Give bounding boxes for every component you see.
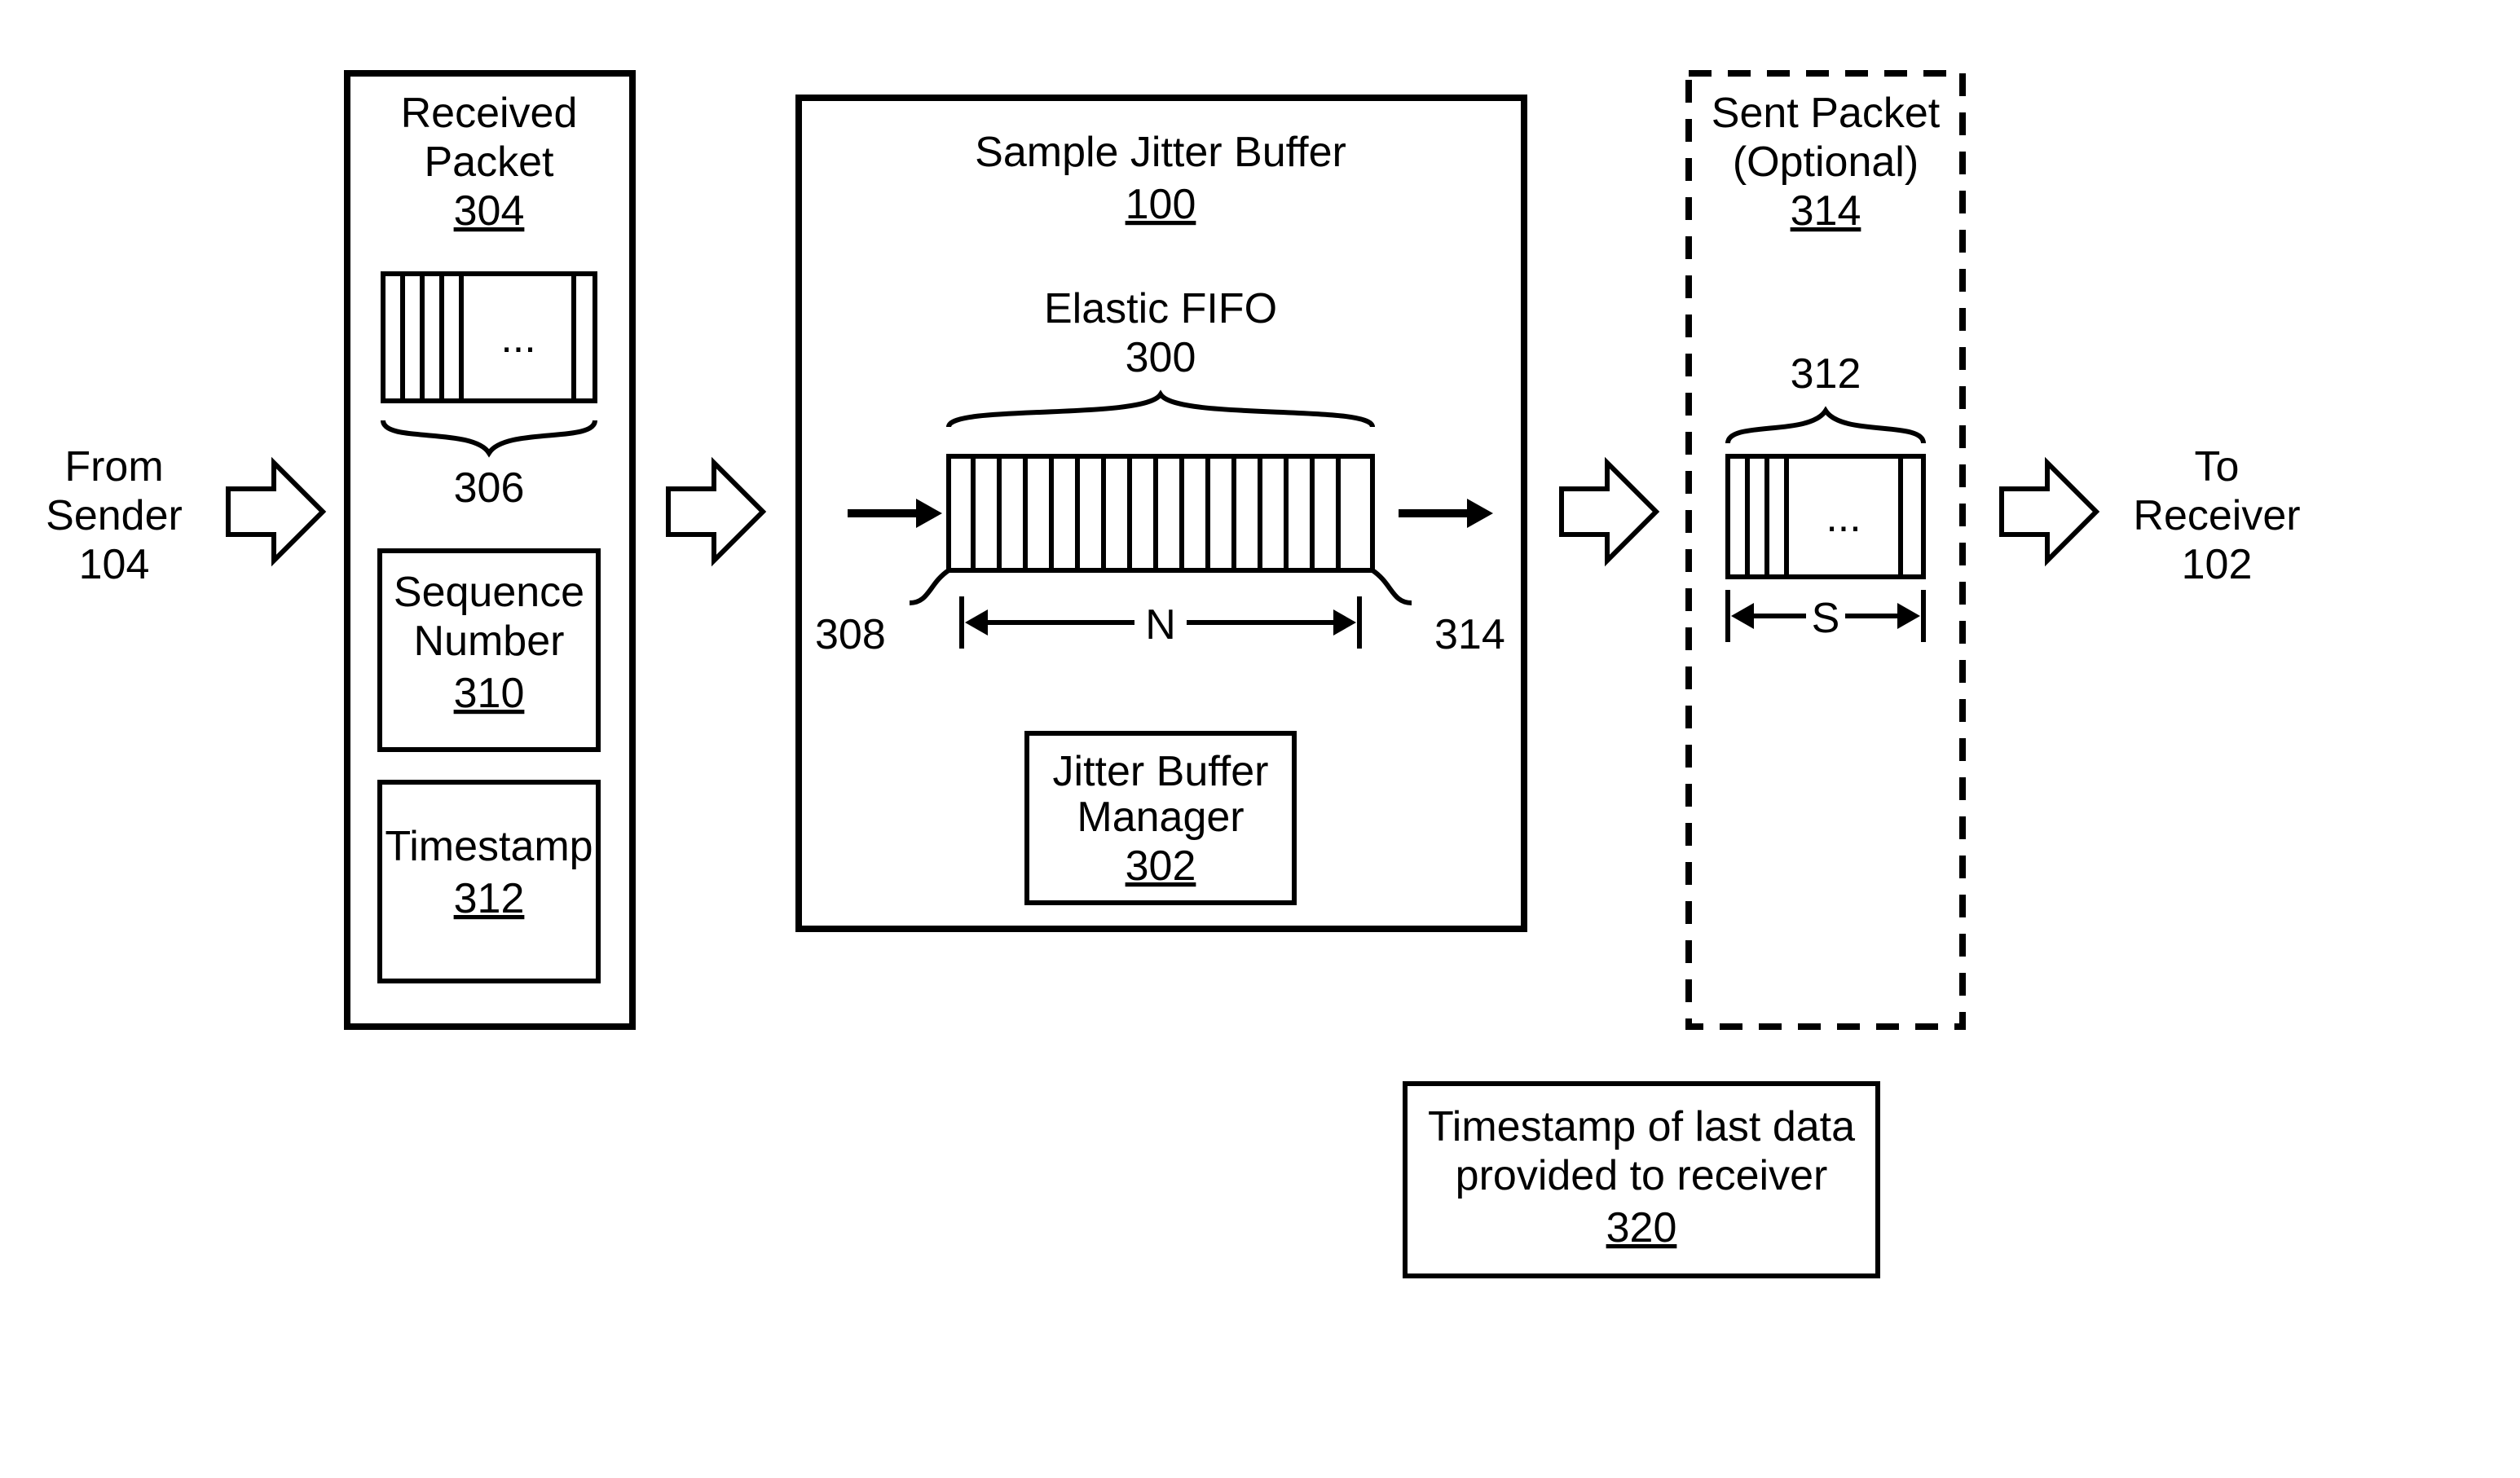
to-receiver-line1: To (2195, 443, 2240, 490)
fifo-ref: 300 (1126, 334, 1196, 381)
jitter-buffer-block: Sample Jitter Buffer 100 Elastic FIFO 30… (799, 98, 1524, 929)
received-packet-title-2: Packet (425, 139, 555, 186)
diagram-canvas: From Sender 104 Received Packet 304 ... … (0, 0, 2520, 1478)
arrow-buffer-to-sent (1562, 463, 1656, 561)
ts-ref: 312 (454, 875, 525, 922)
ellipsis-sent-icon: ... (1826, 494, 1861, 541)
from-sender-ref: 104 (79, 541, 150, 588)
seq-line1: Sequence (394, 569, 584, 616)
received-samples-icon: ... (383, 274, 595, 401)
sent-ref: 314 (1791, 187, 1861, 235)
arrow-packet-to-buffer (668, 463, 763, 561)
timestamp-box: Timestamp 312 (380, 782, 598, 981)
to-receiver-line2: Receiver (2133, 492, 2300, 539)
sequence-number-box: Sequence Number 310 (380, 551, 598, 750)
last-timestamp-box: Timestamp of last data provided to recei… (1405, 1084, 1878, 1276)
elastic-fifo-icon (949, 456, 1372, 570)
jbm-line1: Jitter Buffer (1053, 748, 1269, 795)
jitter-buffer-manager-box: Jitter Buffer Manager 302 (1027, 733, 1294, 903)
sent-title-1: Sent Packet (1712, 90, 1941, 137)
received-packet-block: Received Packet 304 ... 306 Sequence Num… (347, 73, 632, 1027)
fifo-title: Elastic FIFO (1044, 285, 1277, 332)
from-sender-line1: From (64, 443, 163, 490)
arrow-sent-to-receiver (2002, 463, 2096, 561)
from-sender-line2: Sender (46, 492, 183, 539)
sent-title-2: (Optional) (1733, 139, 1919, 186)
sent-packet-block: Sent Packet (Optional) 314 312 ... S (1689, 73, 1963, 1027)
fifo-left-ref: 308 (815, 611, 886, 658)
arrow-sender-to-packet (228, 463, 323, 561)
jb-title: Sample Jitter Buffer (975, 129, 1346, 176)
sent-samples-icon: ... (1728, 456, 1923, 577)
jb-ref: 100 (1126, 181, 1196, 228)
last-ts-line2: provided to receiver (1456, 1152, 1828, 1199)
ellipsis-icon: ... (500, 315, 535, 362)
overbrace-sent-icon (1728, 411, 1923, 443)
received-packet-title-1: Received (401, 90, 578, 137)
sent-width-label: S (1812, 595, 1840, 642)
fifo-right-ref: 314 (1434, 611, 1505, 658)
last-ts-line1: Timestamp of last data (1428, 1103, 1855, 1150)
jbm-ref: 302 (1126, 842, 1196, 890)
to-receiver-ref: 102 (2182, 541, 2253, 588)
received-samples-ref: 306 (454, 464, 525, 512)
seq-line2: Number (414, 618, 565, 665)
jbm-line2: Manager (1077, 794, 1244, 841)
ts-line1: Timestamp (385, 823, 593, 870)
sent-width-dimension: S (1728, 590, 1923, 642)
sent-samples-ref: 312 (1791, 350, 1861, 398)
received-packet-ref: 304 (454, 187, 525, 235)
from-sender-label: From Sender 104 (46, 443, 183, 588)
to-receiver-label: To Receiver 102 (2133, 443, 2300, 588)
fifo-width-label: N (1145, 601, 1176, 649)
last-ts-ref: 320 (1606, 1204, 1677, 1251)
seq-ref: 310 (454, 670, 525, 717)
